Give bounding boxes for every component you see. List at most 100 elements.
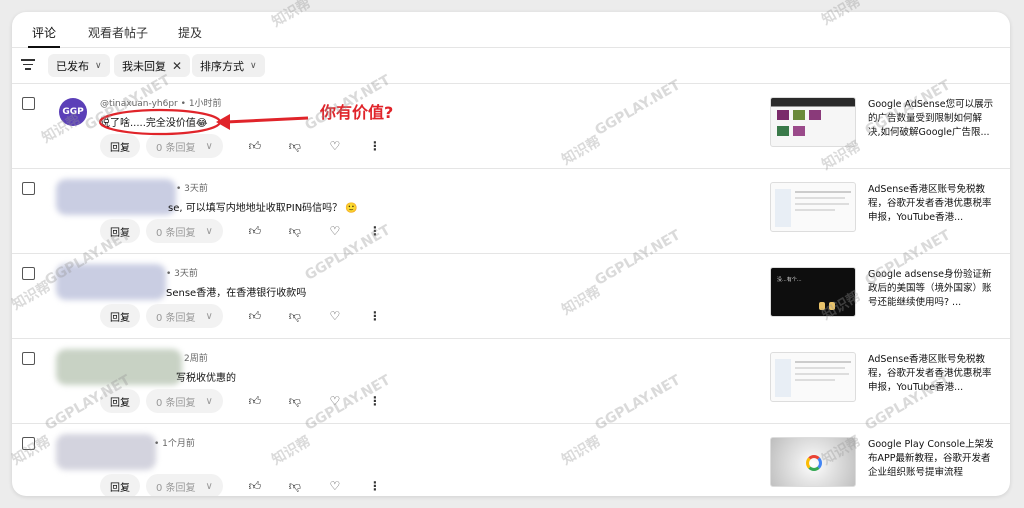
- comment-meta: @tinaxuan-yh6pr • 1小时前: [100, 99, 222, 109]
- video-thumbnail[interactable]: [770, 97, 856, 147]
- thumbs-down-icon[interactable]: 👎︎: [285, 391, 305, 411]
- published-filter-chip[interactable]: 已发布 ∨: [48, 54, 110, 77]
- replies-dropdown[interactable]: 0 条回复 ∨: [146, 219, 223, 243]
- thumbs-up-icon[interactable]: 👍︎: [245, 221, 265, 241]
- row-checkbox[interactable]: [22, 267, 35, 280]
- google-logo-icon: [806, 455, 822, 471]
- video-thumbnail[interactable]: [770, 352, 856, 402]
- thumbs-up-icon[interactable]: 👍︎: [245, 476, 265, 496]
- replies-dropdown[interactable]: 0 条回复 ∨: [146, 389, 223, 413]
- comment-text: se, 可以填写内地地址收取PIN码信吗？ 🙂: [168, 203, 358, 214]
- heart-icon[interactable]: ♡: [325, 221, 345, 241]
- comment-row: • 1个月前 回复 0 条回复 ∨ 👍︎ 👎︎ ♡ ⋮ Google Play C…: [12, 424, 1010, 496]
- thumbs-up-icon[interactable]: 👍︎: [245, 391, 265, 411]
- replies-dropdown[interactable]: 0 条回复 ∨: [146, 134, 223, 158]
- sort-filter-label: 排序方式: [200, 59, 244, 73]
- comment-actions: 回复 0 条回复 ∨ 👍︎ 👎︎ ♡ ⋮: [100, 474, 385, 496]
- comment-meta: • 3天前: [176, 184, 208, 194]
- comment-actions: 回复 0 条回复 ∨ 👍︎ 👎︎ ♡ ⋮: [100, 219, 385, 243]
- blurred-author: [56, 349, 182, 385]
- thumbs-up-icon[interactable]: 👍︎: [245, 136, 265, 156]
- row-checkbox[interactable]: [22, 352, 35, 365]
- comment-row: • 3天前 Sense香港，在香港银行收款吗 回复 0 条回复 ∨ 👍︎ 👎︎ ♡…: [12, 254, 1010, 339]
- comment-time: 1小时前: [188, 99, 222, 109]
- comment-meta: • 3天前: [166, 269, 198, 279]
- comment-actions: 回复 0 条回复 ∨ 👍︎ 👎︎ ♡ ⋮: [100, 304, 385, 328]
- comment-row: GGP @tinaxuan-yh6pr • 1小时前 说了啥.....完全没价值…: [12, 84, 1010, 169]
- avatar[interactable]: GGP: [59, 98, 87, 126]
- more-vert-icon[interactable]: ⋮: [365, 306, 385, 326]
- row-checkbox[interactable]: [22, 182, 35, 195]
- reply-button[interactable]: 回复: [100, 389, 140, 413]
- comment-text: Sense香港，在香港银行收款吗: [166, 288, 307, 299]
- blurred-author: [56, 264, 166, 300]
- tab-bar: 评论 观看者帖子 提及: [12, 12, 1010, 48]
- video-thumbnail[interactable]: [770, 437, 856, 487]
- unreplied-filter-chip[interactable]: 我未回复 ✕: [114, 54, 191, 77]
- row-checkbox[interactable]: [22, 437, 35, 450]
- thumbs-down-icon[interactable]: 👎︎: [285, 306, 305, 326]
- heart-icon[interactable]: ♡: [325, 391, 345, 411]
- video-title[interactable]: AdSense香港区账号免税教程，谷歌开发者香港优惠税率申报，YouTube香港…: [868, 353, 994, 395]
- more-vert-icon[interactable]: ⋮: [365, 221, 385, 241]
- more-vert-icon[interactable]: ⋮: [365, 136, 385, 156]
- comment-time: 3天前: [184, 184, 208, 194]
- heart-icon[interactable]: ♡: [325, 476, 345, 496]
- chevron-down-icon: ∨: [250, 60, 257, 71]
- heart-icon[interactable]: ♡: [325, 306, 345, 326]
- comment-time: 1个月前: [162, 439, 195, 449]
- filter-icon[interactable]: [21, 59, 35, 71]
- reply-button[interactable]: 回复: [100, 219, 140, 243]
- thumbs-up-icon[interactable]: 👍︎: [245, 306, 265, 326]
- thumbnail-text: 没...有个...: [777, 277, 802, 283]
- comment-time: 3天前: [174, 269, 198, 279]
- chevron-down-icon: ∨: [205, 480, 213, 492]
- chevron-down-icon: ∨: [205, 395, 213, 407]
- video-title[interactable]: Google adsense身份验证新政后的美国等（境外国家）账号还能继续使用吗…: [868, 268, 994, 310]
- more-vert-icon[interactable]: ⋮: [365, 476, 385, 496]
- replies-count: 0 条回复: [156, 312, 196, 324]
- replies-count: 0 条回复: [156, 397, 196, 409]
- comment-meta: 2周前: [184, 351, 208, 364]
- tab-viewer-posts[interactable]: 观看者帖子: [88, 24, 148, 48]
- heart-icon[interactable]: ♡: [325, 136, 345, 156]
- thumbs-down-icon[interactable]: 👎︎: [285, 221, 305, 241]
- reply-button[interactable]: 回复: [100, 134, 140, 158]
- comment-time: 2周前: [184, 354, 208, 364]
- comment-actions: 回复 0 条回复 ∨ 👍︎ 👎︎ ♡ ⋮: [100, 134, 385, 158]
- comment-row: 2周前 写税收优惠的 回复 0 条回复 ∨ 👍︎ 👎︎ ♡ ⋮ AdSense香港…: [12, 339, 1010, 424]
- unreplied-filter-label: 我未回复: [122, 59, 166, 73]
- sort-filter-chip[interactable]: 排序方式 ∨: [192, 54, 265, 77]
- replies-count: 0 条回复: [156, 482, 196, 494]
- thumbs-down-icon[interactable]: 👎︎: [285, 136, 305, 156]
- replies-dropdown[interactable]: 0 条回复 ∨: [146, 304, 223, 328]
- video-title[interactable]: Google Play Console上架发布APP最新教程，谷歌开发者企业组织…: [868, 438, 994, 480]
- comment-text: 说了啥.....完全没价值😂: [100, 118, 208, 129]
- comment-text: 写税收优惠的: [176, 373, 236, 384]
- replies-count: 0 条回复: [156, 227, 196, 239]
- video-title[interactable]: Google AdSense您可以展示的广告数量受到限制如何解决,如何破解Goo…: [868, 98, 994, 140]
- row-checkbox[interactable]: [22, 97, 35, 110]
- filter-bar: 已发布 ∨ 我未回复 ✕ 排序方式 ∨: [12, 48, 1010, 84]
- tab-mentions[interactable]: 提及: [178, 24, 202, 48]
- more-vert-icon[interactable]: ⋮: [365, 391, 385, 411]
- blurred-author: [56, 179, 176, 215]
- published-filter-label: 已发布: [56, 59, 89, 73]
- chevron-down-icon: ∨: [205, 310, 213, 322]
- reply-button[interactable]: 回复: [100, 474, 140, 496]
- close-icon[interactable]: ✕: [172, 59, 182, 73]
- reply-button[interactable]: 回复: [100, 304, 140, 328]
- tab-comments[interactable]: 评论: [27, 24, 61, 48]
- comment-author[interactable]: @tinaxuan-yh6pr: [100, 99, 178, 109]
- replies-dropdown[interactable]: 0 条回复 ∨: [146, 474, 223, 496]
- chevron-down-icon: ∨: [95, 60, 102, 71]
- thumbs-down-icon[interactable]: 👎︎: [285, 476, 305, 496]
- video-thumbnail[interactable]: 没...有个...: [770, 267, 856, 317]
- video-title[interactable]: AdSense香港区账号免税教程，谷歌开发者香港优惠税率申报，YouTube香港…: [868, 183, 994, 225]
- chevron-down-icon: ∨: [205, 225, 213, 237]
- comment-actions: 回复 0 条回复 ∨ 👍︎ 👎︎ ♡ ⋮: [100, 389, 385, 413]
- video-thumbnail[interactable]: [770, 182, 856, 232]
- annotation-text: 你有价值?: [320, 103, 394, 122]
- replies-count: 0 条回复: [156, 142, 196, 154]
- comments-panel: 评论 观看者帖子 提及 已发布 ∨ 我未回复 ✕ 排序方式 ∨ GGP @tin…: [12, 12, 1010, 496]
